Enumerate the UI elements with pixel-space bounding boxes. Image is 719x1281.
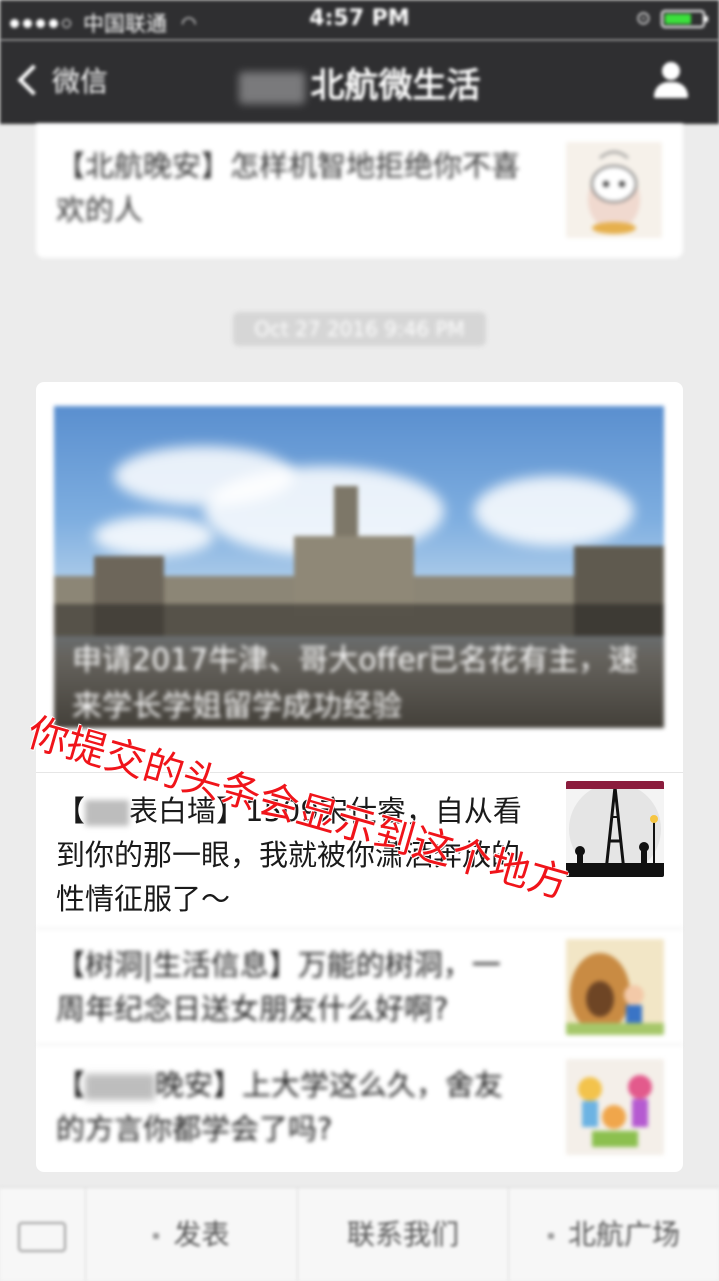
menu-item-label: 北航广场 xyxy=(567,1218,680,1251)
list-item[interactable]: 【表白墙】1509宋仕睿，自从看到你的那一眼，我就被你潇洒奔放的性情征服了～ xyxy=(36,772,683,923)
multi-article-card: 申请2017牛津、哥大offer已名花有主，速来学长学姐留学成功经验 【表白墙】… xyxy=(36,382,683,1172)
article-thumbnail xyxy=(566,1059,664,1155)
article-title: 【表白墙】1509宋仕睿，自从看到你的那一眼，我就被你潇洒奔放的性情征服了～ xyxy=(56,789,526,921)
menu-item-publish[interactable]: 发表 xyxy=(86,1188,298,1281)
list-item[interactable]: 【晚安】上大学这么久，舍友的方言你都学会了吗? xyxy=(36,1044,683,1173)
redacted-mask xyxy=(85,1074,156,1100)
headline-caption: 申请2017牛津、哥大offer已名花有主，速来学长学姐留学成功经验 xyxy=(72,643,639,724)
battery-icon xyxy=(661,9,708,28)
bottom-menu: 发表 联系我们 北航广场 xyxy=(0,1187,719,1281)
menu-item-square[interactable]: 北航广场 xyxy=(509,1188,719,1281)
redacted-mask xyxy=(238,71,305,104)
nav-title-text: 北航微生活 xyxy=(310,66,481,106)
article-thumbnail xyxy=(566,781,664,877)
status-time: 4:57 PM xyxy=(309,6,410,31)
nav-bar: 微信 北航微生活 xyxy=(0,40,719,124)
menu-item-label: 发表 xyxy=(173,1218,230,1251)
redacted-mask xyxy=(85,800,130,826)
menu-icon xyxy=(153,1233,160,1239)
article-title: 【树洞|生活信息】万能的树洞，一周年纪念日送女朋友什么好啊? xyxy=(56,948,501,1026)
headline-article[interactable]: 申请2017牛津、哥大offer已名花有主，速来学长学姐留学成功经验 xyxy=(54,406,664,728)
menu-item-label: 联系我们 xyxy=(346,1218,459,1251)
article-thumbnail xyxy=(566,939,664,1035)
article-title: 【晚安】上大学这么久，舍友的方言你都学会了吗? xyxy=(56,1063,526,1151)
keyboard-toggle[interactable] xyxy=(0,1188,86,1281)
message-timestamp: Oct 27 2016 9:46 PM xyxy=(233,312,486,346)
article-thumbnail xyxy=(566,142,662,238)
list-item[interactable]: 【树洞|生活信息】万能的树洞，一周年纪念日送女朋友什么好啊? xyxy=(36,928,683,1043)
nav-title: 北航微生活 xyxy=(0,58,719,107)
keyboard-icon xyxy=(18,1222,66,1252)
article-title-prefix: 【 xyxy=(56,1068,86,1102)
orientation-lock-icon: ⊙ xyxy=(635,8,651,29)
menu-item-contact[interactable]: 联系我们 xyxy=(298,1188,509,1281)
article-title: 【北航晚安】怎样机智地拒绝你不喜欢的人 xyxy=(56,149,521,227)
person-icon[interactable] xyxy=(651,62,691,102)
status-bar: 中国联通 ◠ 4:57 PM ⊙ xyxy=(0,0,719,40)
article-card[interactable]: 【北航晚安】怎样机智地拒绝你不喜欢的人 xyxy=(36,124,683,258)
article-title-prefix: 【 xyxy=(56,794,86,828)
menu-icon xyxy=(547,1233,554,1239)
